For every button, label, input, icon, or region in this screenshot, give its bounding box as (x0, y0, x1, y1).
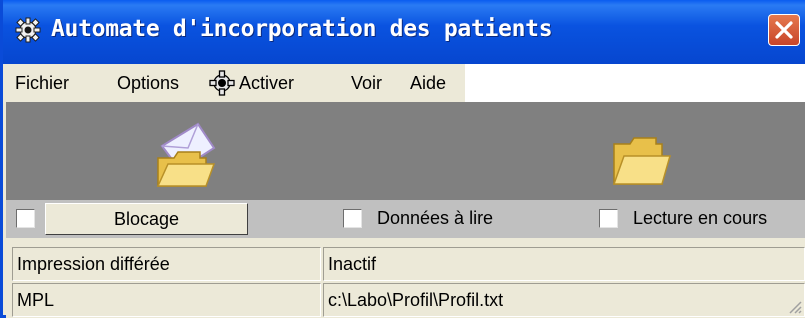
grid-value-impression: Inactif (323, 247, 805, 281)
menu-bar-empty (465, 64, 805, 102)
title-bar[interactable]: Automate d'incorporation des patients (3, 0, 805, 64)
folder-envelope-icon[interactable] (154, 118, 218, 192)
close-icon (775, 21, 793, 39)
toolbar (6, 102, 805, 200)
grid-value-mpl: c:\Labo\Profil\Profil.txt (323, 283, 805, 317)
menu-bar: Fichier Options Activer Voir Aide (6, 64, 465, 102)
resize-grip-icon[interactable] (786, 298, 802, 314)
lecture-en-cours-checkbox[interactable] (599, 209, 618, 228)
menu-aide[interactable]: Aide (410, 73, 446, 94)
gear-icon (15, 17, 41, 43)
menu-fichier[interactable]: Fichier (15, 73, 69, 94)
menu-voir[interactable]: Voir (351, 73, 382, 94)
blocage-button[interactable]: Blocage (45, 203, 248, 235)
close-button[interactable] (768, 14, 800, 46)
lecture-en-cours-label: Lecture en cours (633, 208, 768, 228)
menu-activer[interactable]: Activer (239, 73, 294, 94)
menu-options[interactable]: Options (117, 73, 179, 94)
donnees-a-lire-label: Données à lire (377, 208, 494, 228)
status-bar: Blocage Données à lire Lecture en cours (6, 200, 805, 238)
donnees-a-lire-checkbox[interactable] (343, 209, 362, 228)
open-folder-icon[interactable] (610, 130, 672, 192)
grid-label-mpl: MPL (12, 283, 321, 317)
gear-icon (209, 70, 235, 96)
blocage-checkbox[interactable] (16, 209, 35, 228)
app-window: Automate d'incorporation des patients Fi… (0, 0, 805, 318)
grid-label-impression: Impression différée (12, 247, 321, 281)
info-grid: Impression différée Inactif MPL c:\Labo\… (6, 238, 805, 318)
window-title: Automate d'incorporation des patients (51, 16, 553, 42)
